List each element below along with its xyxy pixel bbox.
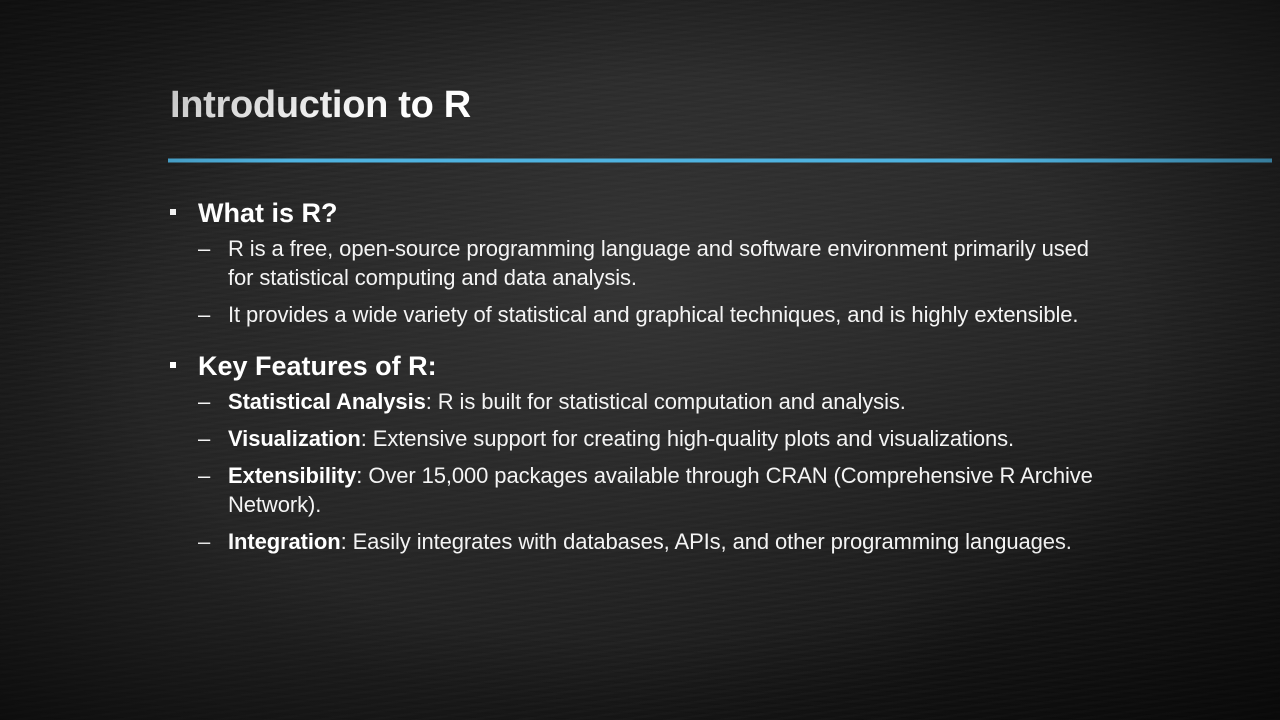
dash-icon: – [198, 529, 211, 554]
dash-icon: – [198, 389, 211, 414]
list-item: – Integration: Easily integrates with da… [170, 527, 1110, 556]
section-what-is-r: What is R? – R is a free, open-source pr… [170, 194, 1110, 329]
title-underline [168, 158, 1272, 163]
section-heading-text: What is R? [198, 198, 338, 228]
slide: Introduction to R What is R? – R is a fr… [0, 0, 1280, 720]
feature-description: : Easily integrates with databases, APIs… [340, 529, 1072, 554]
feature-description: : Over 15,000 packages available through… [228, 463, 1093, 517]
list-item: – Visualization: Extensive support for c… [170, 424, 1110, 453]
feature-term: Visualization [228, 426, 361, 451]
dash-icon: – [198, 426, 211, 451]
section-heading: What is R? [170, 194, 1110, 232]
list-item-text: It provides a wide variety of statistica… [228, 302, 1079, 327]
dash-icon: – [198, 302, 211, 327]
dash-icon: – [198, 236, 211, 261]
slide-title: Introduction to R [170, 84, 471, 126]
slide-body: What is R? – R is a free, open-source pr… [170, 194, 1110, 574]
feature-term: Statistical Analysis [228, 389, 426, 414]
square-bullet-icon [170, 209, 176, 215]
list-item: – Statistical Analysis: R is built for s… [170, 387, 1110, 416]
feature-term: Integration [228, 529, 341, 554]
list-item-text: R is a free, open-source programming lan… [228, 236, 1089, 290]
section-key-features: Key Features of R: – Statistical Analysi… [170, 347, 1110, 556]
sub-bullet-list: – R is a free, open-source programming l… [170, 234, 1110, 329]
section-heading: Key Features of R: [170, 347, 1110, 385]
feature-description: : R is built for statistical computation… [425, 389, 906, 414]
list-item: – R is a free, open-source programming l… [170, 234, 1110, 292]
dash-icon: – [198, 463, 211, 488]
sub-bullet-list: – Statistical Analysis: R is built for s… [170, 387, 1110, 556]
section-heading-text: Key Features of R: [198, 351, 437, 381]
feature-description: : Extensive support for creating high-qu… [360, 426, 1015, 451]
list-item: – Extensibility: Over 15,000 packages av… [170, 461, 1110, 519]
square-bullet-icon [170, 362, 176, 368]
list-item: – It provides a wide variety of statisti… [170, 300, 1110, 329]
feature-term: Extensibility [228, 463, 357, 488]
